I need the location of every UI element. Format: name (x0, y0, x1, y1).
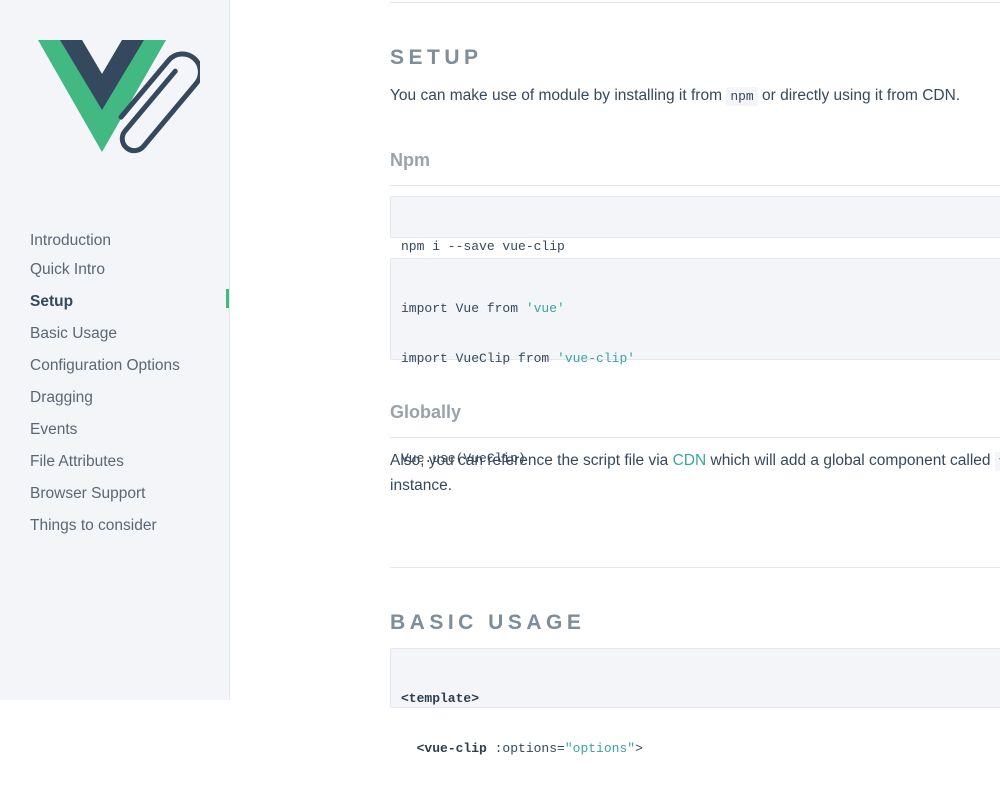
vue-clip-logo-icon[interactable] (30, 36, 200, 162)
globally-text-line2: instance. (390, 477, 453, 494)
code-string: "options" (564, 741, 636, 756)
code-attr: :options= (486, 741, 565, 756)
global-text-before: Also, you can reference the script file … (390, 452, 673, 469)
code-line: <vue-clip :options="options"> (401, 739, 1000, 759)
nav-item-introduction[interactable]: Introduction (30, 230, 230, 259)
code-line: <template> (401, 689, 1000, 709)
divider (390, 2, 1000, 3)
code-string: 'vue-clip' (557, 351, 636, 366)
code-line: import Vue from 'vue' (401, 299, 1000, 319)
code-text: import VueClip from (401, 351, 558, 366)
nav-item-basic-usage[interactable]: Basic Usage (30, 323, 230, 355)
code-tag: <template> (401, 691, 480, 706)
active-indicator (226, 289, 229, 308)
code-line: npm i --save vue-clip (401, 239, 565, 254)
sidebar: Introduction Quick Intro Setup Basic Usa… (0, 0, 230, 700)
nav-item-browser-support[interactable]: Browser Support (30, 483, 230, 515)
nav-item-file-attributes[interactable]: File Attributes (30, 451, 230, 483)
nav-item-setup[interactable]: Setup (30, 291, 230, 323)
section-title-setup: SETUP (390, 46, 483, 69)
subsection-title-npm: Npm (390, 150, 430, 170)
code-string: 'vue' (525, 301, 565, 316)
code-text: import Vue from (401, 301, 526, 316)
cdn-link[interactable]: CDN (673, 452, 707, 469)
code-block-install[interactable]: npm i --save vue-clip (390, 196, 1000, 254)
main-content: SETUP You can make use of module by inst… (390, 0, 1000, 756)
nav-item-things-to-consider[interactable]: Things to consider (30, 515, 230, 547)
nav-item-quick-intro[interactable]: Quick Intro (30, 259, 230, 291)
intro-text-before: You can make use of module by installing… (390, 87, 727, 104)
code-block-basic-usage[interactable]: <template> <vue-clip :options="options"> (390, 648, 1000, 756)
nav-item-events[interactable]: Events (30, 419, 230, 451)
code-block-import[interactable]: import Vue from 'vue' import VueClip fro… (390, 258, 1000, 466)
code-tag: <vue-clip (416, 741, 487, 756)
intro-text-after: or directly using it from CDN. (757, 87, 961, 104)
nav-item-configuration-options[interactable]: Configuration Options (30, 355, 230, 387)
code-line: import VueClip from 'vue-clip' (401, 349, 1000, 369)
code-text: > (635, 741, 643, 756)
divider (390, 437, 1000, 438)
global-text-after: which will add a global component called (706, 452, 995, 469)
globally-text: Also, you can reference the script file … (390, 448, 1000, 474)
subsection-title-globally: Globally (390, 402, 462, 422)
inline-code-component: v (994, 452, 1000, 471)
section-title-basic-usage: BASIC USAGE (390, 611, 586, 634)
inline-code-npm: npm (726, 87, 758, 106)
setup-intro-text: You can make use of module by installing… (390, 83, 1000, 109)
divider (390, 185, 1000, 186)
sidebar-nav: Introduction Quick Intro Setup Basic Usa… (30, 230, 230, 547)
nav-item-dragging[interactable]: Dragging (30, 387, 230, 419)
divider (390, 567, 1000, 568)
